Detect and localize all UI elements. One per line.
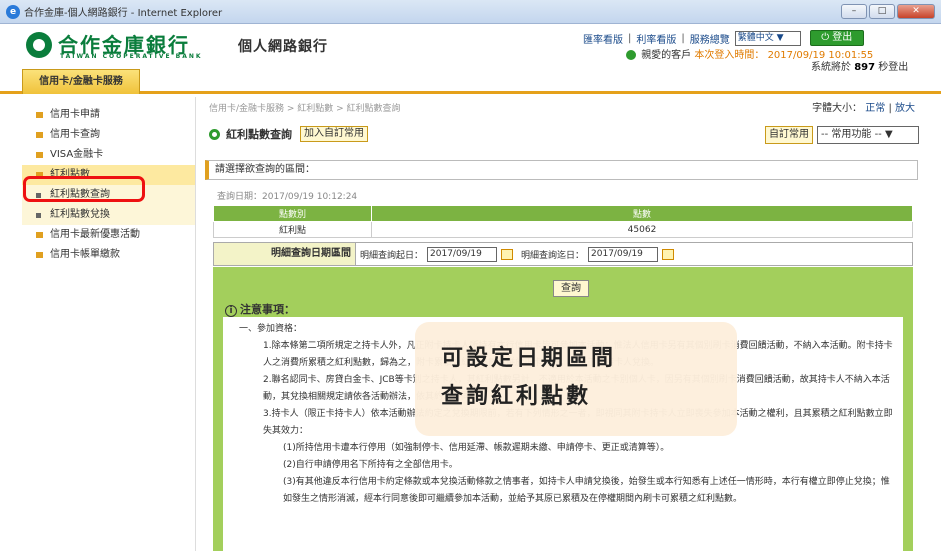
greeting: 親愛的客戶 [641, 50, 692, 61]
date-range-label: 明細查詢日期區間 [214, 243, 356, 265]
window-title: 合作金庫-個人網路銀行 - Internet Explorer [24, 8, 223, 19]
calendar-icon[interactable] [662, 248, 675, 260]
notice-item: (1)所持信用卡遭本行停用（如強制停卡、信用延滯、帳款遲期未繳、申請停卡、更正或… [283, 443, 670, 453]
font-large-link[interactable]: 放大 [895, 103, 915, 114]
site-name: 個人網路銀行 [238, 39, 328, 55]
notice-item: (3)有其他違反本行信用卡約定條款或本兌換活動條款之情事者，如持卡人申請兌換後，… [283, 477, 890, 504]
session-timer: 系統將於 897 秒登出 [811, 62, 909, 73]
minimize-button[interactable]: – [841, 4, 867, 19]
sidebar-item-card-query[interactable]: 信用卡查詢 [22, 125, 195, 145]
calendar-icon[interactable] [501, 248, 514, 260]
session-seconds: 897 [854, 62, 876, 73]
highlight-box [23, 176, 145, 202]
sidebar-item-promotions[interactable]: 信用卡最新優惠活動 [22, 225, 195, 245]
sidebar-item-bonus-redeem[interactable]: 紅利點數兌換 [22, 205, 195, 225]
start-date-label: 明細查詢起日： [360, 250, 424, 261]
separator: | [628, 32, 632, 44]
cell-point-type: 紅利點 [213, 221, 372, 238]
date-range-row: 明細查詢日期區間 明細查詢起日： 2017/09/19 明細查詢迄日： 2017… [213, 242, 913, 266]
end-date-label: 明細查詢迄日： [521, 250, 585, 261]
caption-overlay: 可設定日期區間 查詢紅利點數 [415, 322, 737, 436]
table-row: 紅利點 45062 [213, 221, 913, 238]
window-controls: – □ ✕ [841, 4, 935, 19]
circle-bullet-icon [209, 128, 220, 140]
interest-rate-link[interactable]: 利率看版 [636, 31, 676, 46]
user-icon [626, 50, 636, 60]
function-select[interactable]: -- 常用功能 -- ▼ [817, 126, 919, 144]
cell-points: 45062 [371, 221, 913, 238]
caption-line-2: 查詢紅利點數 [441, 384, 592, 409]
login-time-label: 本次登入時間： [694, 50, 765, 61]
logout-button[interactable]: ⏻ 登出 [809, 30, 864, 46]
header-point-type: 點數別 [213, 205, 372, 222]
end-date-input[interactable]: 2017/09/19 [588, 246, 659, 262]
restore-button[interactable]: □ [869, 4, 895, 19]
points-table: 點數別 點數 紅利點 45062 [213, 205, 913, 238]
top-links: 匯率看版 | 利率看版 | 服務總覽 繁體中文 ▼ ⏻ 登出 [583, 30, 864, 46]
query-button[interactable]: 查詢 [553, 280, 589, 297]
favorite-label: 自訂常用 [765, 126, 813, 144]
page-title: 紅利點數查詢 [226, 128, 292, 141]
language-select[interactable]: 繁體中文 ▼ [734, 30, 801, 46]
separator: | [681, 32, 685, 44]
sidebar-item-bill-payment[interactable]: 信用卡帳單繳款 [22, 245, 195, 265]
ie-icon: e [6, 4, 20, 19]
bank-logo-icon [26, 32, 52, 58]
service-overview-link[interactable]: 服務總覽 [690, 31, 730, 46]
site-header: 合作金庫銀行 TAIWAN COOPERATIVE BANK 個人網路銀行 匯率… [0, 24, 941, 74]
query-date: 查詢日期：2017/09/19 10:12:24 [217, 192, 358, 202]
breadcrumb: 信用卡/金融卡服務 > 紅利點數 > 紅利點數查詢 [209, 104, 401, 114]
sidebar-item-visa-debit[interactable]: VISA金融卡 [22, 145, 195, 165]
font-normal-link[interactable]: 正常 [865, 103, 885, 114]
notice-item: (2)自行申請停用名下所持有之全部信用卡。 [283, 460, 458, 470]
header-points: 點數 [371, 205, 913, 222]
sidebar: 信用卡申請 信用卡查詢 VISA金融卡 紅利點數 紅利點數查詢 紅利點數兌換 信… [22, 97, 196, 551]
notice-title: i 注意事項： [225, 301, 295, 317]
page-title-row: 紅利點數查詢 加入自訂常用 [209, 126, 368, 142]
caption-line-1: 可設定日期區間 [441, 346, 617, 371]
favorites-area: 自訂常用 -- 常用功能 -- ▼ [765, 126, 919, 144]
font-size-control: 字體大小： 正常 | 放大 [812, 103, 915, 114]
sidebar-item-card-apply[interactable]: 信用卡申請 [22, 105, 195, 125]
browser-title-bar: e 合作金庫-個人網路銀行 - Internet Explorer – □ ✕ [0, 0, 941, 24]
range-prompt: 請選擇欲查詢的區間： [205, 160, 918, 180]
tab-bar [0, 74, 941, 94]
exchange-rate-link[interactable]: 匯率看版 [583, 31, 623, 46]
close-button[interactable]: ✕ [897, 4, 935, 19]
tab-card-services[interactable]: 信用卡/金融卡服務 [22, 69, 140, 94]
add-favorite-button[interactable]: 加入自訂常用 [300, 126, 368, 142]
logo-english: TAIWAN COOPERATIVE BANK [60, 53, 203, 60]
info-icon: i [225, 305, 237, 317]
start-date-input[interactable]: 2017/09/19 [427, 246, 498, 262]
